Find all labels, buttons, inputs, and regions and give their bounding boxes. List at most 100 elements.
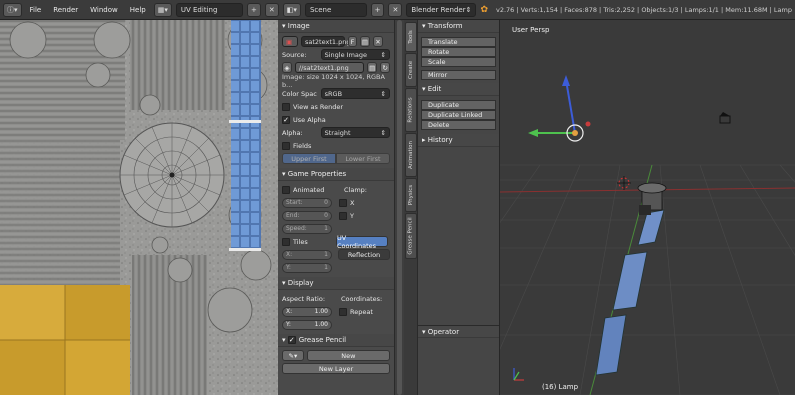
fields-checkbox[interactable] [282, 141, 290, 150]
tiles-x-field[interactable]: X: 1 [282, 249, 332, 260]
grease-pencil-checkbox[interactable]: ✓ [287, 336, 296, 344]
scene-selector-button[interactable]: ◧▾ [282, 2, 301, 17]
3d-viewport[interactable]: User Persp (16) Lamp [500, 20, 795, 395]
use-alpha-label: Use Alpha [293, 115, 326, 124]
tab-relations[interactable]: Relations [405, 88, 417, 132]
clamp-x-checkbox[interactable] [339, 198, 347, 207]
game-properties-header[interactable]: ▾ Game Properties [278, 168, 394, 181]
viewport-canvas[interactable] [500, 20, 795, 395]
end-field[interactable]: End: 0 [282, 210, 332, 221]
color-space-select[interactable]: sRGB ⇕ [320, 88, 390, 99]
tab-physics[interactable]: Physics [405, 178, 417, 212]
view-as-render-checkbox[interactable] [282, 102, 290, 111]
lower-first-toggle[interactable]: Lower First [336, 153, 390, 164]
pack-button[interactable]: ◈ [282, 62, 292, 73]
uv-texture-canvas[interactable] [0, 20, 278, 395]
browse-file-button[interactable]: ▤ [367, 62, 378, 73]
menu-window[interactable]: Window [86, 6, 122, 14]
add-scene-button[interactable]: + [370, 2, 385, 17]
duplicate-button[interactable]: Duplicate [421, 100, 496, 110]
aspect-x-field[interactable]: X: 1.00 [282, 306, 332, 317]
remove-layout-button[interactable]: ✕ [264, 2, 279, 17]
tab-animation[interactable]: Animation [405, 133, 417, 177]
fake-user-button[interactable]: F [348, 36, 357, 47]
translate-label: Translate [428, 38, 458, 46]
lower-first-label: Lower First [345, 154, 381, 163]
filepath-field[interactable]: //sat2text1.png [294, 62, 365, 73]
image-panel-title: Image [287, 22, 310, 30]
grease-pencil-header[interactable]: ▾ ✓ Grease Pencil [278, 334, 394, 347]
tab-create-label: Create [408, 60, 414, 80]
image-name-field[interactable]: sat2text1.png [301, 36, 350, 47]
uv-coordinates-toggle[interactable]: UV Coordinates [336, 234, 388, 250]
editor-type-button[interactable]: ⓘ▾ [3, 2, 22, 17]
edit-header[interactable]: ▾ Edit [418, 83, 499, 96]
tiles-x-value: 1 [324, 251, 328, 258]
transform-header[interactable]: ▾ Transform [418, 20, 499, 33]
history-header[interactable]: ▸ History [418, 134, 499, 147]
rotate-button[interactable]: Rotate [421, 47, 496, 57]
tiles-y-field[interactable]: Y: 1 [282, 262, 332, 273]
satellite-model[interactable] [595, 182, 667, 376]
image-panel-header[interactable]: ▾ Image [278, 20, 394, 33]
layout-name: UV Editing [180, 5, 218, 14]
end-label: End: [286, 212, 300, 219]
aspect-y-label: Y: [286, 321, 291, 328]
new-layer-button[interactable]: New Layer [282, 363, 390, 374]
tab-relations-label: Relations [408, 97, 415, 123]
start-field[interactable]: Start: 0 [282, 197, 332, 208]
add-layout-button[interactable]: + [247, 2, 261, 17]
scale-button[interactable]: Scale [421, 57, 496, 67]
menu-file[interactable]: File [26, 6, 46, 14]
scrollbar-thumb[interactable] [397, 20, 402, 395]
menu-render[interactable]: Render [49, 6, 82, 14]
layout-name-field[interactable]: UV Editing [175, 2, 244, 17]
render-engine-select[interactable]: Blender Render ⇕ [406, 2, 477, 17]
properties-scrollbar[interactable] [395, 20, 404, 395]
info-header: ⓘ▾ File Render Window Help ▦▾ UV Editing… [0, 0, 795, 20]
layout-selector-button[interactable]: ▦▾ [153, 2, 172, 17]
image-browse-button[interactable]: ▣ [282, 36, 298, 47]
reflection-toggle[interactable]: Reflection [338, 249, 390, 260]
alpha-mode-select[interactable]: Straight ⇕ [320, 127, 390, 138]
mirror-button[interactable]: Mirror [421, 70, 496, 80]
use-alpha-checkbox[interactable]: ✓ [282, 115, 290, 124]
animated-checkbox[interactable] [282, 185, 290, 194]
scene-name-field[interactable]: Scene [304, 2, 367, 17]
aspect-x-label: X: [286, 308, 293, 315]
coordinates-label: Coordinates: [341, 294, 383, 303]
tab-grease-pencil[interactable]: Grease Pencil [405, 213, 417, 259]
tab-create[interactable]: Create [405, 53, 417, 87]
reload-button[interactable]: ↻ [380, 62, 390, 73]
upper-first-toggle[interactable]: Upper First [282, 153, 336, 164]
source-select[interactable]: Single Image ⇕ [320, 49, 390, 60]
grease-pencil-browse[interactable]: ✎▾ [282, 350, 304, 361]
aspect-y-field[interactable]: Y: 1.00 [282, 319, 332, 330]
grease-new-label: New [341, 351, 356, 360]
clamp-y-checkbox[interactable] [339, 211, 347, 220]
pencil-icon: ✎▾ [288, 351, 298, 360]
repeat-checkbox[interactable] [339, 307, 347, 316]
unlink-image-button[interactable]: ✕ [373, 36, 383, 47]
delete-button[interactable]: Delete [421, 120, 496, 130]
grease-new-button[interactable]: New [306, 350, 390, 361]
filepath-value: //sat2text1.png [298, 63, 349, 72]
operator-header[interactable]: ▾ Operator [418, 325, 499, 338]
edit-title: Edit [427, 85, 442, 93]
remove-scene-button[interactable]: ✕ [388, 2, 403, 17]
open-image-button[interactable]: ▤ [360, 36, 370, 47]
display-panel-header[interactable]: ▾ Display [278, 277, 394, 290]
transform-gizmo[interactable] [528, 75, 591, 142]
uv-image-editor[interactable] [0, 20, 278, 395]
tab-tools[interactable]: Tools [405, 22, 417, 52]
view-as-render-label: View as Render [293, 102, 344, 111]
fake-user-label: F [350, 37, 355, 46]
duplicate-linked-button[interactable]: Duplicate Linked [421, 110, 496, 120]
menu-help[interactable]: Help [126, 6, 150, 14]
tiles-checkbox[interactable] [282, 237, 290, 246]
duplicate-label: Duplicate [428, 101, 459, 109]
camera-icon[interactable] [719, 112, 731, 124]
translate-button[interactable]: Translate [421, 37, 496, 47]
updown-arrow-icon: ⇕ [380, 89, 386, 98]
speed-field[interactable]: Speed: 1 [282, 223, 332, 234]
